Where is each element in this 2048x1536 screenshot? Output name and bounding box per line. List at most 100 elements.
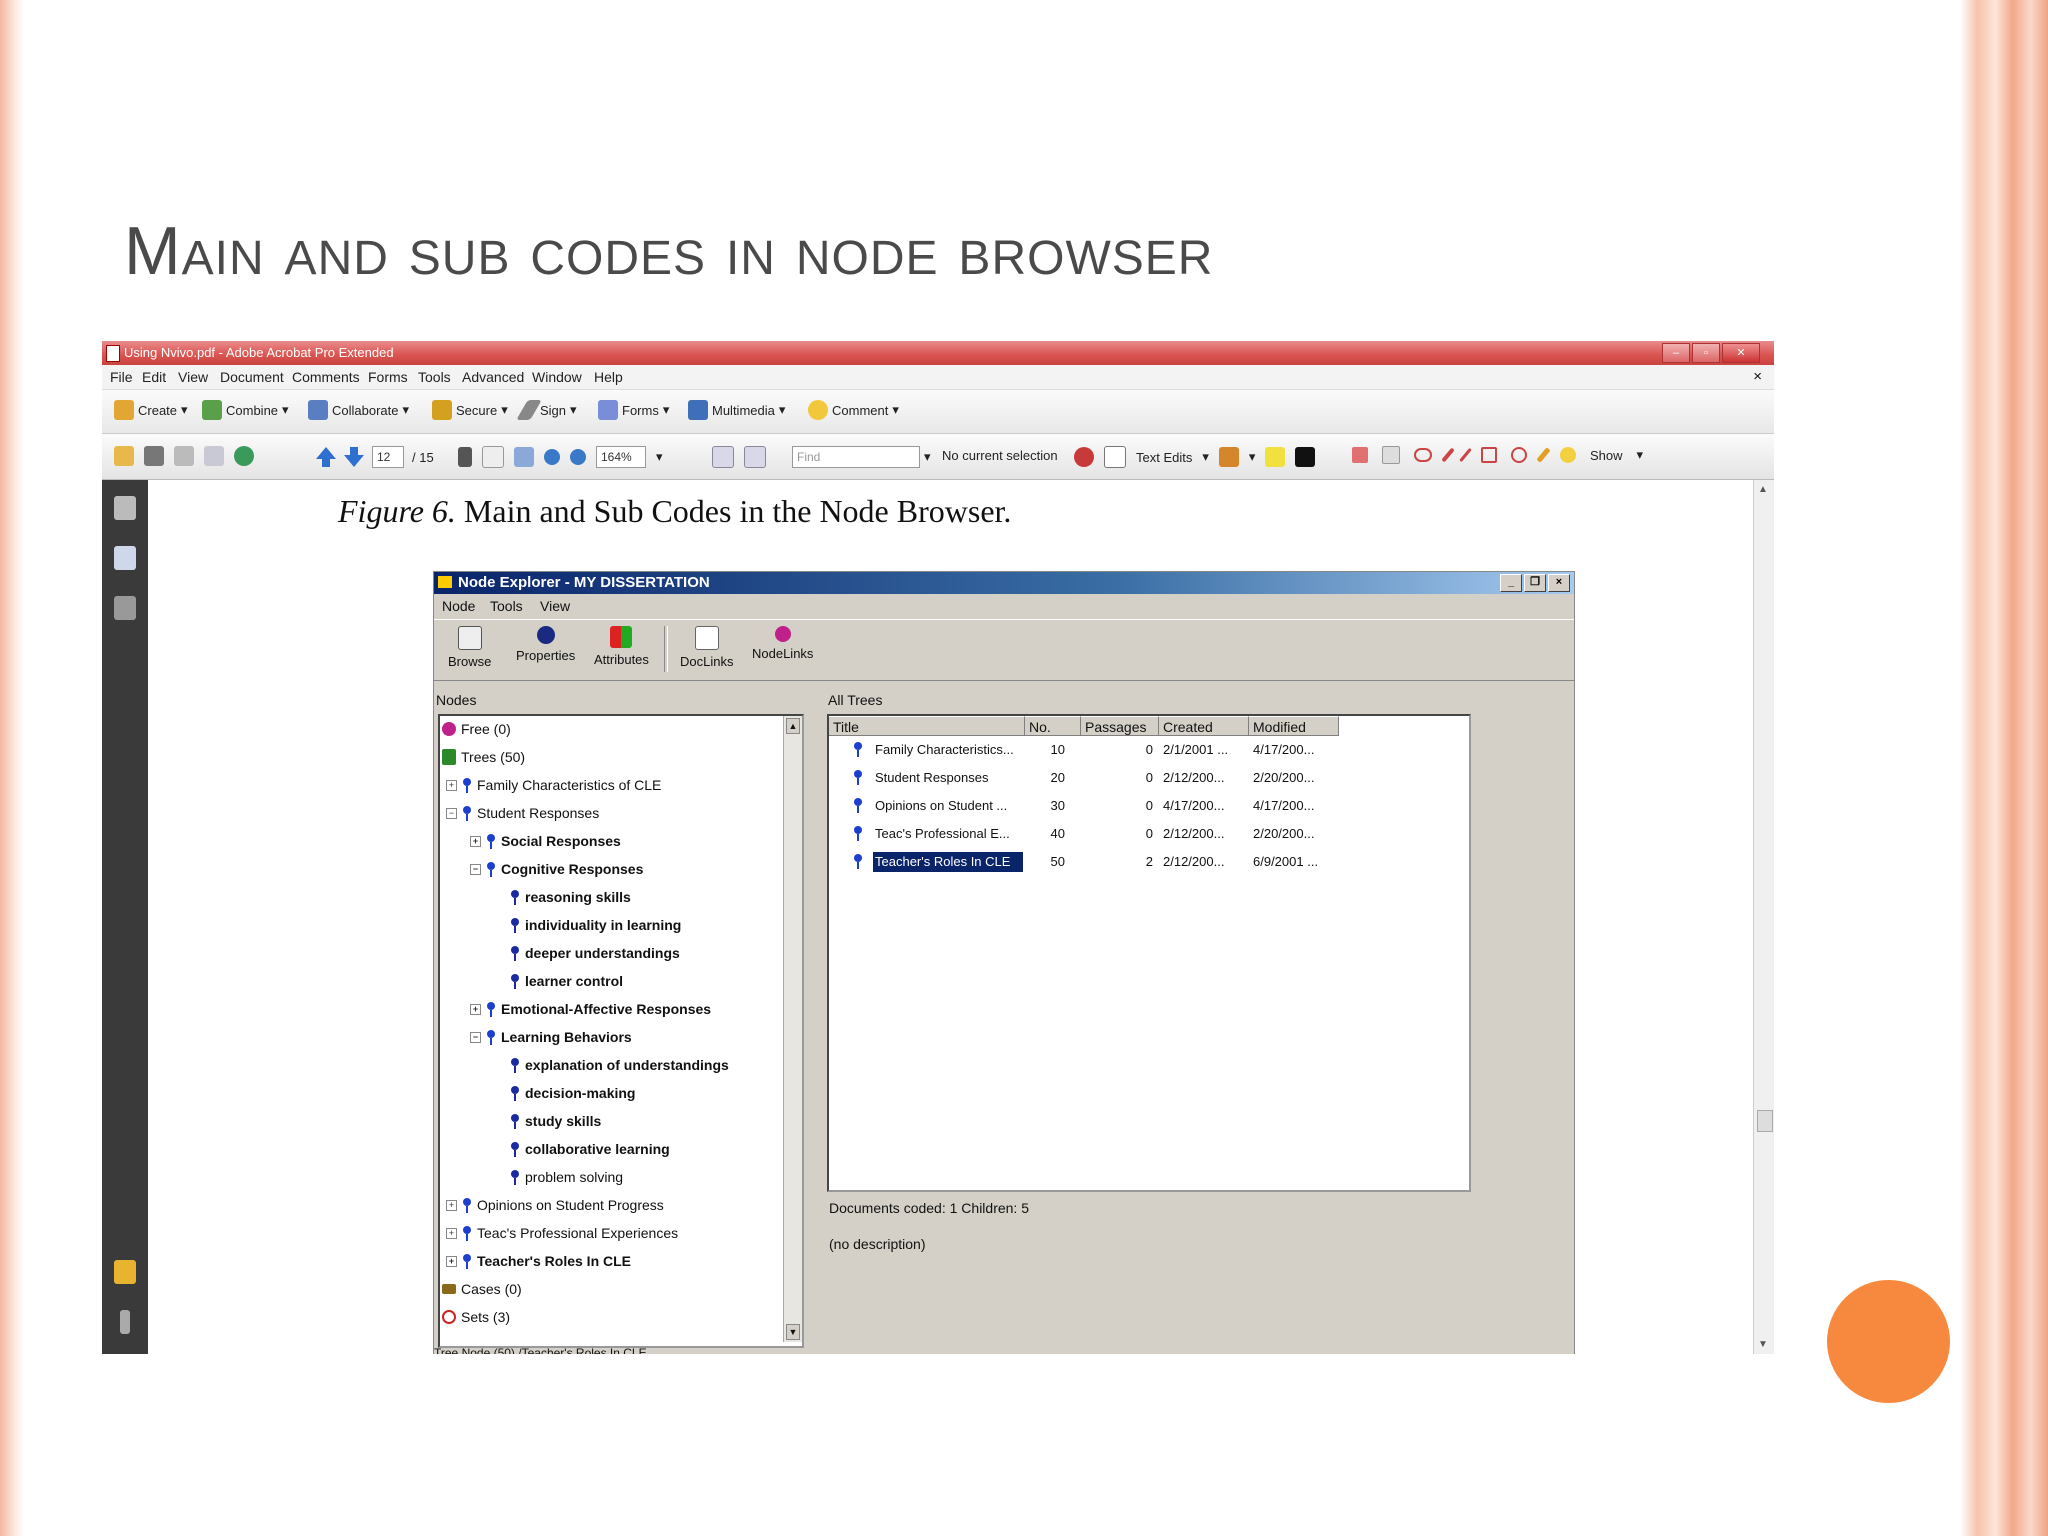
speech-bubble-icon[interactable] xyxy=(1074,447,1094,467)
secure-button[interactable]: Secure ▾ xyxy=(432,400,508,420)
chevron-down-icon[interactable]: ▾ xyxy=(656,449,663,465)
zoom-marquee-icon[interactable] xyxy=(514,447,534,467)
minimize-icon[interactable]: _ xyxy=(1500,574,1522,592)
collaborate-button[interactable]: Collaborate ▾ xyxy=(308,400,409,420)
menu-edit[interactable]: Edit xyxy=(142,369,166,385)
expand-icon[interactable]: + xyxy=(446,1227,457,1239)
close-icon[interactable]: × xyxy=(1548,574,1570,592)
menu-view[interactable]: View xyxy=(178,369,208,385)
select-cursor-icon[interactable] xyxy=(458,447,472,467)
open-folder-icon[interactable] xyxy=(114,446,134,466)
fit-page-icon[interactable] xyxy=(712,446,734,468)
menu-document[interactable]: Document xyxy=(220,369,284,385)
line-tool-icon[interactable] xyxy=(1459,447,1472,463)
column-header-no[interactable]: No. xyxy=(1025,716,1081,736)
menu-window[interactable]: Window xyxy=(532,369,582,385)
close-document-icon[interactable]: × xyxy=(1753,368,1762,385)
hand-icon[interactable] xyxy=(482,446,504,468)
menu-view[interactable]: View xyxy=(540,598,570,614)
text-edits-icon[interactable] xyxy=(1104,446,1126,468)
tree-item[interactable]: individuality in learning xyxy=(510,914,681,936)
tree-item-trees[interactable]: Trees (50) xyxy=(442,746,525,768)
menu-help[interactable]: Help xyxy=(594,369,623,385)
minimize-icon[interactable]: – xyxy=(1662,343,1690,363)
comments-panel-icon[interactable] xyxy=(114,1260,136,1284)
print-icon[interactable] xyxy=(144,446,164,466)
sign-button[interactable]: Sign ▾ xyxy=(516,400,577,420)
properties-button[interactable]: Properties xyxy=(516,626,575,663)
pencil-icon[interactable] xyxy=(1536,447,1551,463)
zoom-out-icon[interactable] xyxy=(544,449,560,465)
cloud-icon[interactable] xyxy=(1414,448,1432,462)
scroll-thumb[interactable] xyxy=(1757,1110,1773,1132)
scroll-down-icon[interactable]: ▼ xyxy=(1758,1339,1768,1350)
chevron-down-icon[interactable]: ▾ xyxy=(924,449,931,465)
tree-item-sets[interactable]: Sets (3) xyxy=(442,1306,510,1328)
expand-icon[interactable]: + xyxy=(446,1199,457,1211)
combine-button[interactable]: Combine ▾ xyxy=(202,400,289,420)
document-scrollbar[interactable]: ▲ ▼ xyxy=(1753,480,1774,1354)
tree-item[interactable]: reasoning skills xyxy=(510,886,631,908)
nodelinks-button[interactable]: NodeLinks xyxy=(752,626,813,661)
attributes-button[interactable]: Attributes xyxy=(594,626,649,667)
tree-item[interactable]: + Teacher's Roles In CLE xyxy=(446,1250,631,1272)
zoom-in-icon[interactable] xyxy=(570,449,586,465)
attach-icon[interactable] xyxy=(1295,447,1316,467)
doclinks-button[interactable]: DocLinks xyxy=(680,626,733,669)
column-header-modified[interactable]: Modified xyxy=(1249,716,1339,736)
column-header-passages[interactable]: Passages xyxy=(1081,716,1159,736)
tree-item[interactable]: explanation of understandings xyxy=(510,1054,729,1076)
tree-item[interactable]: collaborative learning xyxy=(510,1138,670,1160)
tree-item[interactable]: − Cognitive Responses xyxy=(470,858,643,880)
collapse-icon[interactable]: − xyxy=(470,863,481,875)
stamp-icon[interactable] xyxy=(1218,447,1239,467)
collapse-icon[interactable]: − xyxy=(446,807,457,819)
scroll-up-icon[interactable]: ▲ xyxy=(1758,484,1768,495)
fit-width-icon[interactable] xyxy=(744,446,766,468)
menu-advanced[interactable]: Advanced xyxy=(462,369,524,385)
page-number-input[interactable]: 12 xyxy=(372,446,404,468)
tree-item[interactable]: study skills xyxy=(510,1110,601,1132)
multimedia-button[interactable]: Multimedia ▾ xyxy=(688,400,785,420)
arrow-up-icon[interactable] xyxy=(316,447,336,467)
bookmarks-icon[interactable] xyxy=(114,546,136,570)
expand-icon[interactable]: + xyxy=(446,1255,457,1267)
find-input[interactable]: Find xyxy=(792,446,920,468)
tree-item[interactable]: − Student Responses xyxy=(446,802,599,824)
browse-button[interactable]: Browse xyxy=(448,626,491,669)
expand-icon[interactable]: + xyxy=(470,835,481,847)
menu-forms[interactable]: Forms xyxy=(368,369,408,385)
menu-tools[interactable]: Tools xyxy=(418,369,451,385)
tree-item[interactable]: + Family Characteristics of CLE xyxy=(446,774,661,796)
oval-icon[interactable] xyxy=(1511,447,1527,463)
pages-icon[interactable] xyxy=(114,496,136,520)
collapse-icon[interactable]: − xyxy=(470,1031,481,1043)
scroll-up-icon[interactable]: ▲ xyxy=(786,718,800,734)
menu-node[interactable]: Node xyxy=(442,598,475,614)
tree-item[interactable]: problem solving xyxy=(510,1166,623,1188)
column-header-title[interactable]: Title xyxy=(829,716,1025,736)
highlight-icon[interactable] xyxy=(1265,447,1286,467)
show-label[interactable]: Show xyxy=(1590,448,1623,463)
expand-icon[interactable]: + xyxy=(470,1003,481,1015)
tree-item[interactable]: deeper understandings xyxy=(510,942,680,964)
tree-item[interactable]: + Emotional-Affective Responses xyxy=(470,998,711,1020)
create-button[interactable]: Create ▾ xyxy=(114,400,188,420)
tree-scrollbar[interactable]: ▲ ▼ xyxy=(783,716,802,1342)
tree-item[interactable]: − Learning Behaviors xyxy=(470,1026,632,1048)
text-edits-label[interactable]: Text Edits xyxy=(1136,450,1192,465)
arrow-down-icon[interactable] xyxy=(344,447,364,467)
arrow-tool-icon[interactable] xyxy=(1441,447,1455,463)
paperclip-icon[interactable] xyxy=(120,1310,130,1334)
maximize-icon[interactable]: ▫ xyxy=(1692,343,1720,363)
forms-button[interactable]: Forms ▾ xyxy=(598,400,669,420)
tree-item[interactable]: + Social Responses xyxy=(470,830,621,852)
zoom-level-input[interactable]: 164% xyxy=(596,446,646,468)
rectangle-icon[interactable] xyxy=(1481,447,1497,463)
expand-icon[interactable]: + xyxy=(446,779,457,791)
restore-icon[interactable]: ❐ xyxy=(1524,574,1546,592)
email-icon[interactable] xyxy=(204,446,224,466)
show-icon[interactable] xyxy=(1560,447,1576,463)
save-icon[interactable] xyxy=(174,446,194,466)
scroll-down-icon[interactable]: ▼ xyxy=(786,1324,800,1340)
